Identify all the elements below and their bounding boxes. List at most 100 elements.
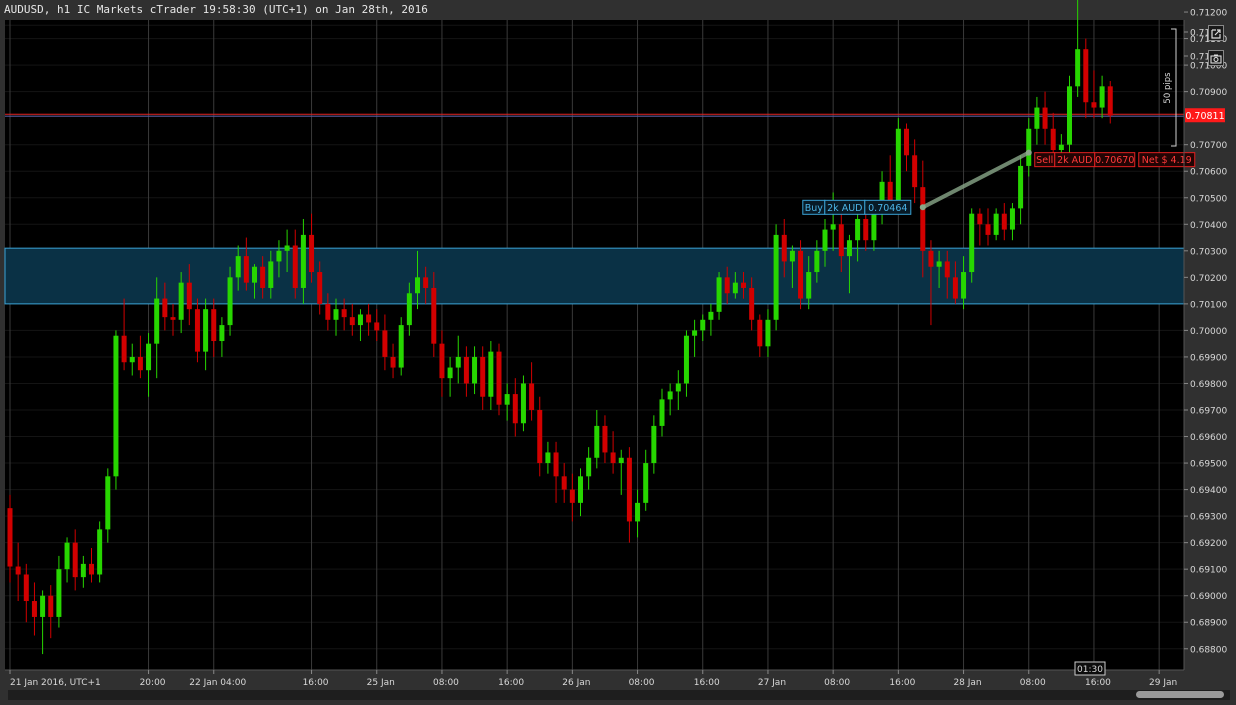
candle-body-bear — [170, 317, 176, 320]
candle-body-bear — [610, 452, 616, 464]
candle-body-bull — [822, 229, 828, 251]
candle-body-bear — [1050, 128, 1056, 150]
candle-body-bull — [700, 319, 706, 331]
candle-body-bull — [895, 128, 901, 204]
candle-body-bull — [40, 595, 46, 617]
candle-body-bull — [846, 240, 852, 257]
candle-body-bull — [235, 256, 241, 278]
y-tick-label: 0.70300 — [1190, 247, 1227, 257]
candle-body-bull — [789, 250, 795, 262]
plot-area — [5, 20, 1184, 670]
candle-body-bear — [977, 213, 983, 225]
candle-body-bull — [643, 463, 649, 503]
candle-body-bear — [1001, 213, 1007, 230]
y-tick-label: 0.69100 — [1190, 566, 1227, 576]
candle-body-bear — [569, 489, 575, 503]
candle-body-bull — [716, 277, 722, 312]
candle-body-bull — [520, 383, 526, 424]
candle-body-bull — [830, 224, 836, 230]
popout-icon[interactable] — [1208, 25, 1224, 41]
candle-body-bull — [357, 314, 363, 326]
x-tick-label: 16:00 — [889, 678, 915, 688]
candle-body-bear — [602, 425, 608, 453]
candle-body-bear — [798, 250, 804, 299]
candle-body-bear — [985, 224, 991, 235]
price-chart[interactable]: Buy 2k AUD 0.70464Sell 2k AUD 0.70670 Net $ 4… — [0, 0, 1236, 690]
candle-body-bull — [284, 245, 290, 251]
candle-body-bull — [814, 250, 820, 273]
x-tick-label: 08:00 — [433, 678, 459, 688]
candle-body-bear — [561, 476, 567, 490]
trade-entry-marker — [919, 204, 926, 211]
y-tick-label: 0.69600 — [1190, 433, 1227, 443]
candle-body-bear — [757, 319, 763, 347]
candle-body-bull — [651, 425, 657, 464]
candle-body-bull — [252, 266, 257, 283]
candle-body-bull — [855, 218, 861, 241]
candle-body-bear — [162, 298, 168, 318]
candle-body-bear — [1107, 86, 1113, 116]
candle-body-bear — [749, 287, 755, 320]
candle-body-bear — [904, 128, 909, 156]
candle-body-bull — [219, 325, 225, 342]
candle-body-bull — [447, 367, 453, 379]
y-tick-label: 0.70400 — [1190, 221, 1227, 231]
candle-body-bear — [1083, 49, 1089, 103]
candle-body-bear — [137, 356, 143, 371]
candle-body-bear — [349, 317, 355, 326]
candle-body-bear — [7, 508, 13, 567]
time-marker-label: 01:30 — [1077, 665, 1103, 675]
candle-body-bear — [838, 224, 844, 257]
x-tick-label: 16:00 — [303, 678, 329, 688]
candle-body-bear — [912, 155, 918, 188]
candle-body-bear — [431, 287, 437, 344]
candle-body-bull — [765, 319, 771, 347]
x-tick-label: 08:00 — [1020, 678, 1046, 688]
candle-body-bear — [1042, 107, 1048, 129]
candle-body-bull — [1034, 107, 1040, 129]
candle-body-bull — [692, 330, 698, 336]
x-tick-label: 26 Jan — [562, 678, 590, 688]
candle-body-bull — [113, 335, 119, 477]
candle-body-bear — [863, 218, 869, 241]
x-tick-label: 28 Jan — [953, 678, 981, 688]
candle-body-bear — [317, 272, 323, 304]
candle-body-bear — [529, 383, 535, 410]
candle-body-bull — [80, 563, 86, 578]
horizontal-scrollbar[interactable] — [8, 690, 1230, 700]
candle-body-bull — [488, 351, 494, 397]
candle-body-bear — [186, 282, 192, 310]
x-tick-label: 08:00 — [824, 678, 850, 688]
camera-icon[interactable] — [1208, 50, 1224, 66]
scrollbar-thumb[interactable] — [1136, 691, 1224, 698]
candle-body-bear — [211, 309, 217, 342]
y-tick-label: 0.69700 — [1190, 407, 1227, 417]
buy-label-text: 0.70464 — [868, 203, 907, 214]
candle-body-bear — [374, 322, 380, 331]
candle-body-bull — [1058, 144, 1064, 150]
x-tick-label: 16:00 — [694, 678, 720, 688]
candle-body-bear — [121, 335, 127, 363]
candle-body-bull — [1067, 86, 1072, 145]
buy-label-text: 2k AUD — [827, 203, 862, 214]
candle-body-bear — [366, 314, 372, 323]
buy-label-text: Buy — [805, 203, 824, 214]
candle-body-bull — [1026, 128, 1032, 166]
candle-body-bull — [683, 335, 689, 384]
candle-body-bear — [325, 303, 331, 320]
candle-body-bear — [537, 410, 543, 464]
y-tick-label: 0.71200 — [1190, 9, 1227, 19]
candle-body-bull — [732, 282, 738, 294]
candle-body-bull — [1099, 86, 1105, 108]
candle-body-bull — [961, 272, 967, 299]
candle-body-bear — [626, 457, 632, 522]
y-tick-label: 0.70700 — [1190, 141, 1227, 151]
y-tick-label: 0.68800 — [1190, 645, 1227, 655]
candle-body-bear — [89, 563, 94, 575]
candle-body-bull — [1075, 49, 1081, 87]
candle-body-bear — [390, 356, 396, 368]
sell-label-text: 0.70670 — [1095, 155, 1134, 166]
candle-body-bull — [969, 213, 975, 273]
candle-body-bull — [936, 261, 942, 267]
sell-label-text: Sell — [1036, 155, 1053, 166]
